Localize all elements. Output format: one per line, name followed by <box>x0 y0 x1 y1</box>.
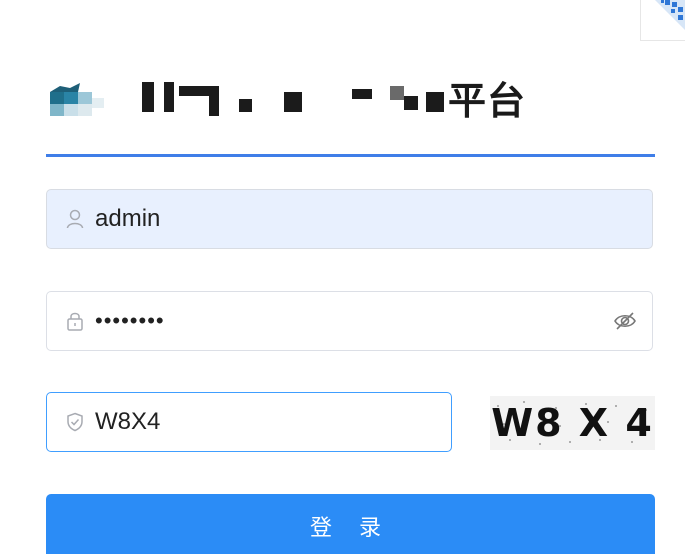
captcha-image[interactable]: W8 X 4 <box>490 396 655 450</box>
logo <box>46 74 112 120</box>
username-field[interactable] <box>46 189 653 249</box>
header: 平台 <box>46 62 655 132</box>
logo-icon <box>50 83 104 116</box>
username-input[interactable] <box>95 199 652 239</box>
password-field[interactable] <box>46 291 653 351</box>
password-input[interactable] <box>95 301 612 341</box>
captcha-image-text: W8 X 4 <box>491 401 654 445</box>
qr-code-corner[interactable] <box>640 0 685 41</box>
eye-off-icon[interactable] <box>612 308 638 334</box>
user-icon <box>65 209 85 229</box>
header-divider <box>46 154 655 157</box>
title-suffix: 平台 <box>448 78 527 123</box>
login-button[interactable]: 登 录 <box>46 494 655 554</box>
captcha-input[interactable] <box>95 402 451 442</box>
platform-title: 平台 <box>126 74 526 123</box>
shield-check-icon <box>65 412 85 432</box>
lock-icon <box>65 311 85 331</box>
qr-code-icon <box>655 0 685 30</box>
title-masked-region <box>126 78 444 116</box>
captcha-field[interactable] <box>46 392 452 452</box>
